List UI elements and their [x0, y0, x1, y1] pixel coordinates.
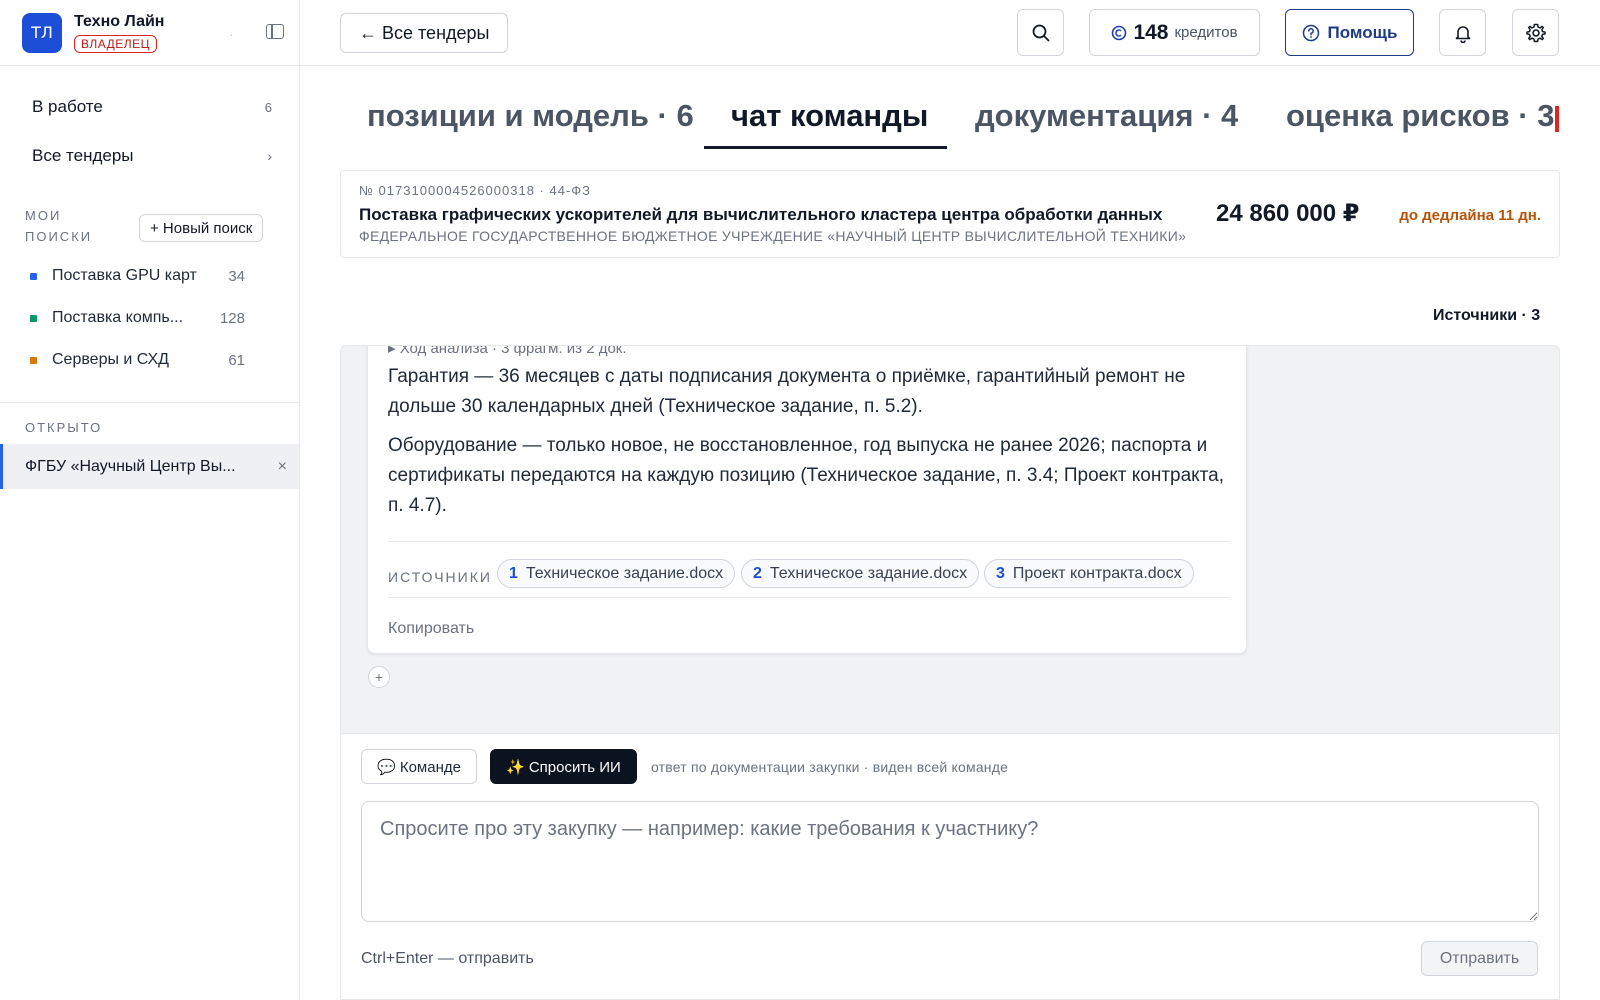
source-number: 2 [753, 564, 762, 582]
sidebar-divider [0, 402, 299, 403]
saved-search-item[interactable]: Серверы и СХД 61 [30, 351, 245, 369]
source-chip[interactable]: 1 Техническое задание.docx [497, 559, 736, 588]
new-search-button[interactable]: + Новый поиск [139, 214, 264, 242]
source-number: 1 [509, 564, 518, 582]
active-tab-indicator [704, 146, 947, 149]
source-chip[interactable]: 3 Проект контракта.docx [984, 559, 1194, 588]
search-icon [1032, 24, 1049, 41]
help-button[interactable]: Помощь [1285, 9, 1414, 56]
org-header[interactable]: ТЛ Техно Лайн ВЛАДЕЛЕЦ · [0, 0, 299, 66]
saved-search-label: Серверы и СХД [52, 351, 169, 368]
saved-search-count: 34 [228, 267, 245, 285]
message-sources-label: ИСТОЧНИКИ [388, 569, 492, 585]
sources-panel-toggle[interactable]: Источники · 3 [1433, 307, 1540, 325]
message-divider [388, 541, 1230, 542]
copy-button[interactable]: Копировать [388, 620, 474, 638]
saved-search-count: 61 [228, 351, 245, 369]
close-icon[interactable]: × [278, 458, 287, 476]
source-name: Проект контракта.docx [1012, 564, 1182, 582]
credits-count: 148 [1133, 20, 1169, 44]
help-label: Помощь [1327, 22, 1398, 42]
search-color-dot [30, 356, 37, 364]
saved-search-item[interactable]: Поставка GPU карт 34 [30, 267, 245, 285]
send-button[interactable]: Отправить [1421, 941, 1538, 976]
saved-search-count: 128 [219, 309, 245, 327]
saved-search-item[interactable]: Поставка компь... 128 [30, 309, 245, 327]
chevron-right-icon: › [267, 148, 272, 164]
search-color-dot [30, 314, 37, 322]
open-tender-label: ФГБУ «Научный Центр Вы... [25, 457, 236, 475]
nav-in-work-label: В работе [32, 97, 103, 116]
topbar: ← Все тендеры 148 кредитов Помощь [300, 0, 1600, 66]
source-number: 3 [996, 564, 1005, 582]
source-name: Техническое задание.docx [525, 564, 724, 582]
sidebar: ТЛ Техно Лайн ВЛАДЕЛЕЦ · В работе 6 Все … [0, 0, 300, 1000]
mode-hint: ответ по документации закупки · виден вс… [651, 759, 1009, 775]
open-section-title: ОТКРЫТО [25, 420, 103, 435]
org-avatar: ТЛ [22, 12, 62, 53]
role-badge: ВЛАДЕЛЕЦ [74, 34, 158, 53]
settings-button[interactable] [1512, 9, 1559, 56]
composer: 💬 Команде ✨ Спросить ИИ ответ по докумен… [340, 733, 1560, 1000]
tender-deadline: до дедлайна 11 дн. [1399, 207, 1541, 224]
message-divider [388, 597, 1230, 598]
nav-all-tenders[interactable]: Все тендеры › [32, 146, 272, 166]
help-circle-icon [1302, 24, 1319, 41]
nav-in-work-count: 6 [264, 99, 272, 115]
message-input[interactable] [361, 801, 1539, 922]
open-tender-item[interactable]: ФГБУ «Научный Центр Вы... × [0, 444, 299, 489]
chat-area[interactable]: ▸ Ход анализа · 3 фрагм. из 2 док. Гаран… [340, 345, 1560, 733]
org-name: Техно Лайн [74, 12, 165, 30]
tab-risk-assessment[interactable]: оценка рисков · 3 [1286, 98, 1554, 134]
tender-number: № 0173100004526000318 · 44-ФЗ [359, 183, 592, 198]
saved-search-label: Поставка компь... [52, 309, 184, 326]
credits-indicator[interactable]: 148 кредитов [1089, 9, 1260, 56]
ai-message: ▸ Ход анализа · 3 фрагм. из 2 док. Гаран… [367, 346, 1247, 654]
search-color-dot [30, 272, 37, 280]
saved-search-label: Поставка GPU карт [52, 267, 197, 284]
tab-team-chat[interactable]: чат команды [731, 98, 928, 134]
tender-customer: ФЕДЕРАЛЬНОЕ ГОСУДАРСТВЕННОЕ БЮДЖЕТНОЕ УЧ… [359, 228, 1187, 244]
tender-summary-card: № 0173100004526000318 · 44-ФЗ Поставка г… [340, 170, 1560, 258]
org-info: Техно Лайн ВЛАДЕЛЕЦ [74, 13, 164, 53]
tab-documentation[interactable]: документация · 4 [975, 98, 1238, 134]
mode-team-button[interactable]: 💬 Команде [361, 749, 477, 784]
tab-positions[interactable]: позиции и модель · 6 [367, 98, 694, 134]
credits-label: кредитов [1174, 24, 1238, 41]
send-shortcut-hint: Ctrl+Enter — отправить [361, 950, 534, 967]
add-reaction-button[interactable]: + [368, 666, 390, 688]
search-button[interactable] [1017, 9, 1064, 56]
credit-coin-icon [1112, 25, 1127, 40]
message-paragraph: Гарантия — 36 месяцев с даты подписания … [388, 366, 1186, 417]
my-searches-title-line1: МОИ [25, 208, 62, 223]
source-name: Техническое задание.docx [769, 564, 968, 582]
org-menu-dot[interactable]: · [230, 30, 233, 41]
notifications-button[interactable] [1439, 9, 1486, 56]
tabs-overflow-marker [1555, 106, 1559, 132]
mode-ask-ai-button[interactable]: ✨ Спросить ИИ [490, 749, 637, 784]
bell-icon [1455, 25, 1470, 43]
message-paragraph: Оборудование — только новое, не восстано… [388, 435, 1225, 516]
back-to-tenders-button[interactable]: ← Все тендеры [340, 13, 509, 53]
my-searches-title: МОИ ПОИСКИ [25, 205, 92, 247]
nav-all-tenders-label: Все тендеры [32, 146, 134, 165]
my-searches-title-line2: ПОИСКИ [25, 229, 93, 244]
tender-price: 24 860 000 ₽ [1216, 200, 1360, 227]
nav-in-work[interactable]: В работе 6 [32, 97, 272, 117]
tender-title: Поставка графических ускорителей для выч… [359, 205, 1163, 224]
gear-icon [1525, 23, 1546, 42]
sidebar-toggle-icon[interactable] [266, 24, 284, 39]
analysis-progress[interactable]: ▸ Ход анализа · 3 фрагм. из 2 док. [388, 346, 627, 357]
source-chip[interactable]: 2 Техническое задание.docx [741, 559, 980, 588]
